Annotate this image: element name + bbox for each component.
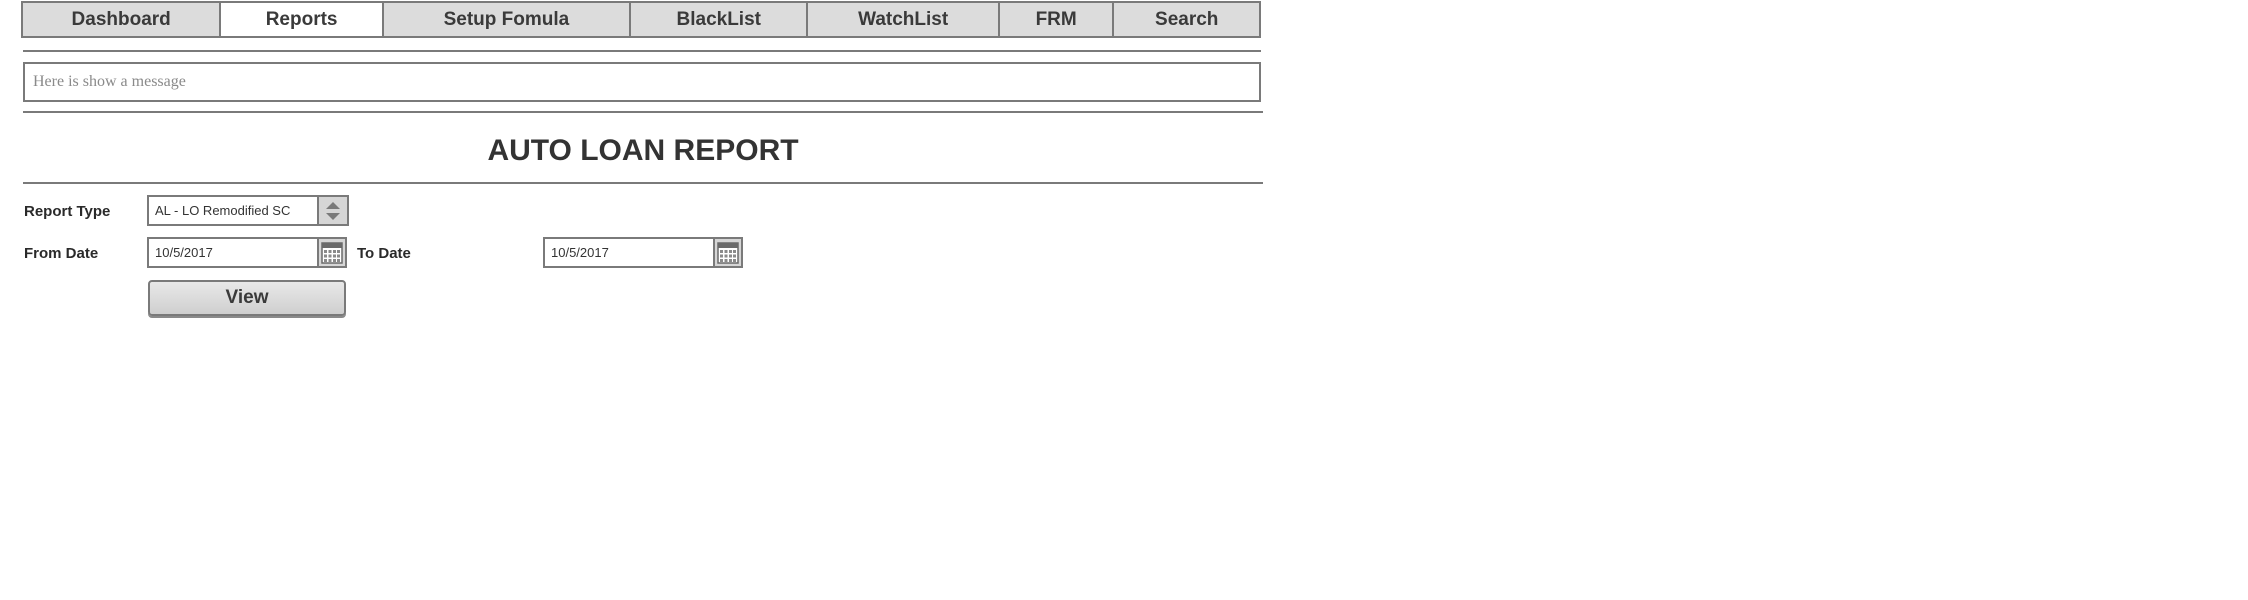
main-tab-bar: Dashboard Reports Setup Fomula BlackList… xyxy=(21,1,1261,38)
tab-search[interactable]: Search xyxy=(1114,3,1259,36)
from-date-field[interactable]: 10/5/2017 xyxy=(147,237,347,268)
to-date-field[interactable]: 10/5/2017 xyxy=(543,237,743,268)
divider-message xyxy=(23,111,1263,113)
calendar-icon[interactable] xyxy=(317,239,345,266)
divider-top xyxy=(23,50,1261,52)
message-placeholder: Here is show a message xyxy=(33,73,186,90)
message-box: Here is show a message xyxy=(23,62,1261,102)
tab-frm[interactable]: FRM xyxy=(999,3,1115,36)
view-button[interactable]: View xyxy=(148,280,346,316)
tab-reports[interactable]: Reports xyxy=(221,3,384,36)
tab-setup-formula[interactable]: Setup Fomula xyxy=(383,3,632,36)
calendar-icon[interactable] xyxy=(713,239,741,266)
up-down-arrows-icon[interactable] xyxy=(317,197,347,224)
divider-title xyxy=(23,182,1263,184)
report-type-label: Report Type xyxy=(24,203,111,220)
report-type-select[interactable]: AL - LO Remodified SC xyxy=(147,195,349,226)
tab-blacklist[interactable]: BlackList xyxy=(631,3,809,36)
from-date-label: From Date xyxy=(24,245,99,262)
report-type-value: AL - LO Remodified SC xyxy=(155,203,291,218)
tab-dashboard[interactable]: Dashboard xyxy=(23,3,222,36)
tab-watchlist[interactable]: WatchList xyxy=(808,3,1000,36)
from-date-value: 10/5/2017 xyxy=(155,245,213,260)
to-date-label: To Date xyxy=(357,245,411,262)
page: Dashboard Reports Setup Fomula BlackList… xyxy=(0,0,2248,600)
to-date-value: 10/5/2017 xyxy=(551,245,609,260)
page-title: AUTO LOAN REPORT xyxy=(487,134,799,167)
